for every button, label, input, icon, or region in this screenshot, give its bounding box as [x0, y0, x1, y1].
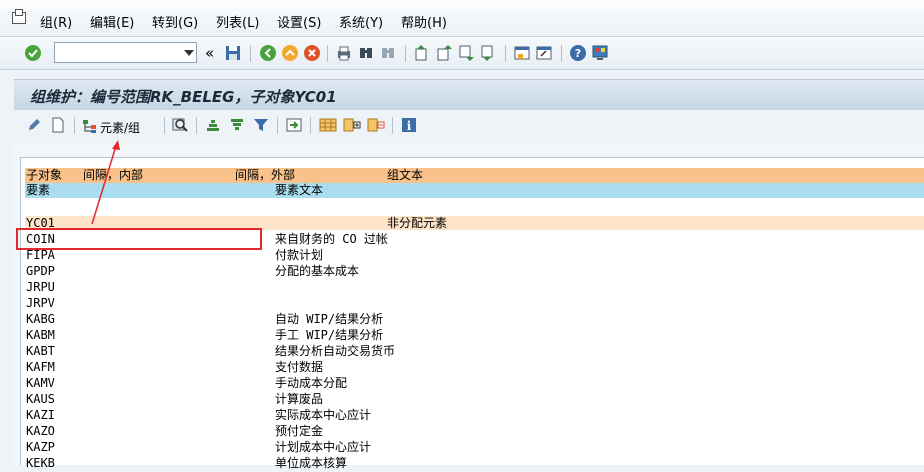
- svg-text:?: ?: [575, 47, 581, 60]
- element-text: 付款计划: [275, 248, 324, 262]
- col-header-interval-internal: 间隔，内部: [83, 168, 144, 182]
- chevron-down-icon[interactable]: [184, 50, 194, 56]
- print-icon[interactable]: [335, 44, 353, 62]
- element-code: KAUS: [26, 392, 55, 406]
- table-row[interactable]: KAZO 预付定金: [25, 424, 924, 440]
- col-header-element-text: 要素文本: [275, 183, 324, 197]
- screen-title-bar: 组维护：编号范围RK_BELEG，子对象YC01: [14, 79, 924, 110]
- customize-layout-icon[interactable]: [591, 44, 609, 62]
- element-text: 分配的基本成本: [275, 264, 360, 278]
- menu-list[interactable]: 列表(L): [216, 16, 259, 32]
- first-page-icon[interactable]: [413, 44, 431, 62]
- information-icon[interactable]: i: [401, 117, 417, 133]
- standard-toolbar: « ?: [0, 37, 924, 70]
- table-row[interactable]: KABG 自动 WIP/结果分析: [25, 312, 924, 328]
- expand-tree-icon[interactable]: [343, 117, 361, 133]
- find-icon[interactable]: [357, 44, 375, 62]
- new-document-icon[interactable]: [50, 117, 66, 133]
- find-next-icon[interactable]: [379, 44, 397, 62]
- table-row[interactable]: FIPA 付款计划: [25, 248, 924, 264]
- exit-icon[interactable]: [281, 44, 299, 62]
- table-row[interactable]: KAUS 计算废品: [25, 392, 924, 408]
- table-row[interactable]: KAZI 实际成本中心应计: [25, 408, 924, 424]
- svg-text:i: i: [407, 119, 412, 133]
- col-header-element: 要素: [26, 183, 51, 197]
- table-row[interactable]: GPDP 分配的基本成本: [25, 264, 924, 280]
- menu-settings[interactable]: 设置(S): [277, 16, 321, 32]
- detail-magnifier-icon[interactable]: [172, 117, 189, 133]
- layout-grid-icon[interactable]: [319, 117, 337, 133]
- element-text: 单位成本核算: [275, 456, 348, 470]
- element-text: 计算废品: [275, 392, 324, 406]
- menu-system[interactable]: 系统(Y): [339, 16, 383, 32]
- export-icon[interactable]: [286, 117, 302, 133]
- element-code: KABM: [26, 328, 55, 342]
- element-code: KAZP: [26, 440, 55, 454]
- shortcut-icon[interactable]: [535, 44, 553, 62]
- next-page-icon[interactable]: [457, 44, 475, 62]
- element-code: KEKB: [26, 456, 55, 470]
- save-icon[interactable]: [224, 44, 242, 62]
- element-code: JRPU: [26, 280, 55, 294]
- element-code: JRPV: [26, 296, 55, 310]
- menu-help[interactable]: 帮助(H): [401, 16, 447, 32]
- col-header-subobject: 子对象: [26, 168, 63, 182]
- table-row[interactable]: KAMV 手动成本分配: [25, 376, 924, 392]
- table-row[interactable]: KABM 手工 WIP/结果分析: [25, 328, 924, 344]
- element-code: KAMV: [26, 376, 55, 390]
- element-code: KAZI: [26, 408, 55, 422]
- back-icon[interactable]: [259, 44, 277, 62]
- menu-group[interactable]: 组(R): [40, 16, 72, 32]
- previous-page-icon[interactable]: [435, 44, 453, 62]
- number-range-group-list: 子对象 间隔，内部 间隔，外部 组文本 要素 要素文本 YC01 非分配元素 C…: [20, 157, 924, 470]
- element-code: KAZO: [26, 424, 55, 438]
- list-header-row-1: 子对象 间隔，内部 间隔，外部 组文本: [25, 168, 924, 183]
- table-row[interactable]: JRPV: [25, 296, 924, 312]
- element-text: 手工 WIP/结果分析: [275, 328, 384, 342]
- collapse-tree-icon[interactable]: [367, 117, 385, 133]
- element-code: GPDP: [26, 264, 55, 278]
- table-row[interactable]: KAZP 计划成本中心应计: [25, 440, 924, 456]
- new-session-icon[interactable]: [513, 44, 531, 62]
- application-toolbar: 元素/组 i: [14, 110, 924, 140]
- sort-descending-icon[interactable]: [229, 117, 245, 133]
- table-row[interactable]: KAFM 支付数据: [25, 360, 924, 376]
- table-row[interactable]: JRPU: [25, 280, 924, 296]
- hierarchy-icon: [83, 120, 96, 133]
- collapse-arrow-icon[interactable]: «: [205, 44, 214, 62]
- element-code: KAFM: [26, 360, 55, 374]
- col-header-group-text: 组文本: [387, 168, 424, 182]
- element-text: 自动 WIP/结果分析: [275, 312, 384, 326]
- table-row[interactable]: KABT 结果分析自动交易货币: [25, 344, 924, 360]
- command-field[interactable]: [54, 42, 197, 63]
- element-text: 手动成本分配: [275, 376, 348, 390]
- edit-pencil-icon[interactable]: [26, 117, 42, 133]
- enter-check-icon[interactable]: [24, 44, 42, 62]
- element-code: KABG: [26, 312, 55, 326]
- element-code: FIPA: [26, 248, 55, 262]
- last-page-icon[interactable]: [479, 44, 497, 62]
- sort-ascending-icon[interactable]: [205, 117, 221, 133]
- window-menu-icon[interactable]: [12, 9, 26, 24]
- element-text: 预付定金: [275, 424, 324, 438]
- col-header-interval-external: 间隔，外部: [235, 168, 296, 182]
- elements-group-label: 元素/组: [100, 121, 141, 135]
- element-text: 实际成本中心应计: [275, 408, 372, 422]
- menu-bar: 组(R) 编辑(E) 转到(G) 列表(L) 设置(S) 系统(Y) 帮助(H): [0, 0, 924, 37]
- list-header-row-2: 要素 要素文本: [25, 183, 924, 198]
- help-icon[interactable]: ?: [569, 44, 587, 62]
- element-text: 结果分析自动交易货币: [275, 344, 396, 358]
- menu-edit[interactable]: 编辑(E): [90, 16, 134, 32]
- page-title: 组维护：编号范围RK_BELEG，子对象YC01: [30, 88, 337, 106]
- highlight-box: [16, 228, 262, 250]
- subobject-group-text: 非分配元素: [387, 216, 448, 230]
- cancel-icon[interactable]: [303, 44, 321, 62]
- table-row[interactable]: KEKB 单位成本核算: [25, 456, 924, 472]
- filter-icon[interactable]: [253, 117, 269, 133]
- element-text: 计划成本中心应计: [275, 440, 372, 454]
- element-code: KABT: [26, 344, 55, 358]
- element-text: 支付数据: [275, 360, 324, 374]
- element-text: 来自财务的 CO 过帐: [275, 232, 388, 246]
- menu-goto[interactable]: 转到(G): [152, 16, 198, 32]
